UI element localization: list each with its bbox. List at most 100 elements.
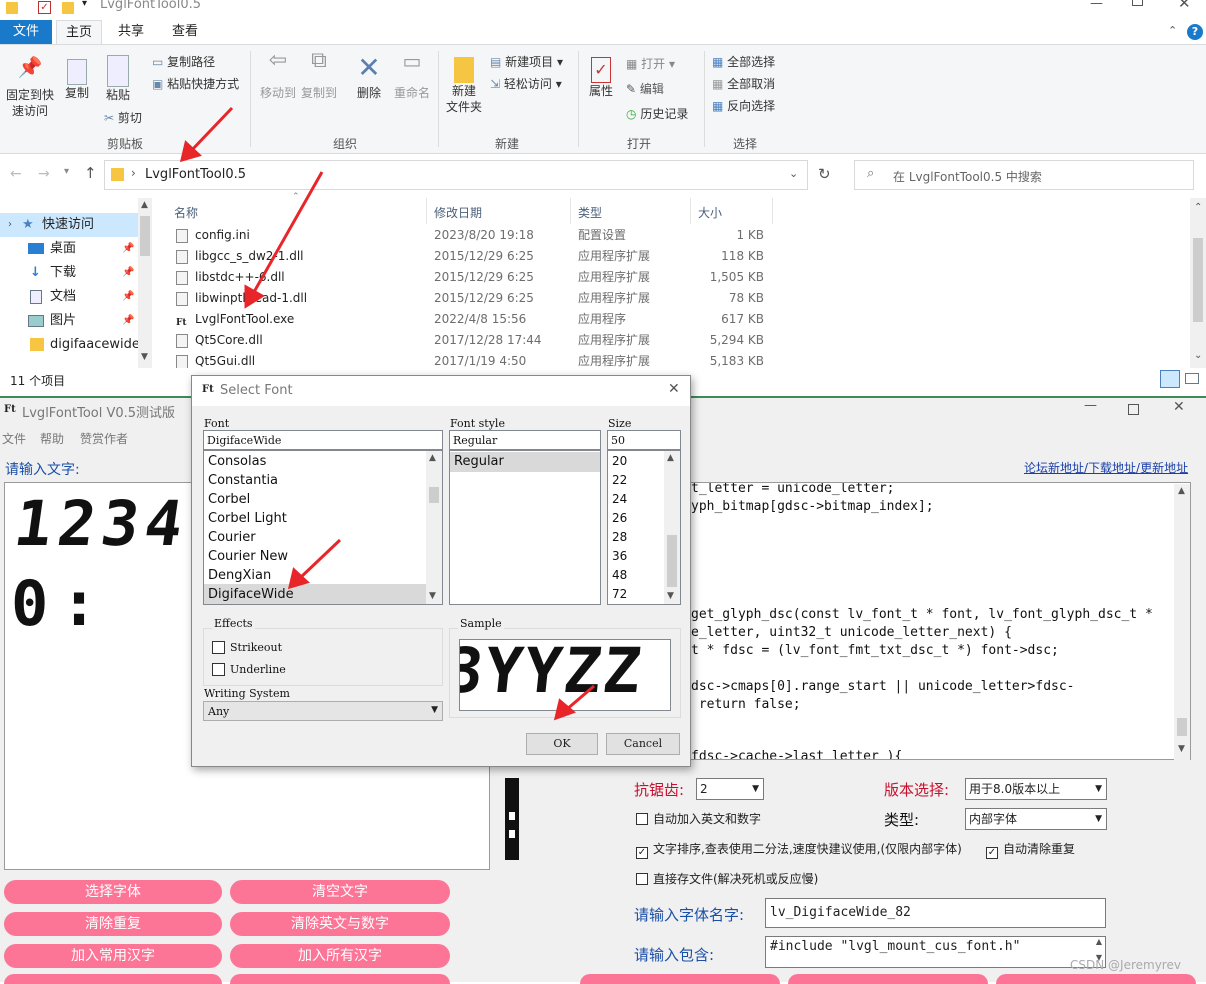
properties-button[interactable]: ✓ 属性 bbox=[584, 53, 618, 99]
recent-dropdown-icon[interactable]: ▾ bbox=[64, 166, 69, 177]
forward-icon[interactable]: → bbox=[38, 166, 50, 182]
font-list-item[interactable]: Courier bbox=[208, 530, 256, 545]
style-list-item[interactable]: Regular bbox=[454, 454, 504, 469]
writing-system-select[interactable]: Any ▼ bbox=[203, 701, 443, 721]
font-listbox[interactable]: Consolas Constantia Corbel Corbel Light … bbox=[203, 450, 443, 605]
auto-add-checkbox[interactable]: 自动加入英文和数字 bbox=[636, 812, 761, 826]
close-button[interactable]: ✕ bbox=[1178, 0, 1191, 12]
back-icon[interactable]: ← bbox=[10, 166, 22, 182]
select-font-button[interactable]: 选择字体 bbox=[4, 880, 222, 904]
file-list-scrollbar[interactable]: ⌃ ⌄ bbox=[1190, 198, 1206, 368]
column-header-name[interactable]: 名称 bbox=[174, 204, 198, 221]
checkbox-box[interactable] bbox=[636, 873, 648, 885]
copy-path-button[interactable]: ▭ 复制路径 bbox=[152, 53, 215, 71]
size-list-item[interactable]: 22 bbox=[612, 473, 627, 487]
font-name-field[interactable]: DigifaceWide bbox=[203, 430, 443, 450]
sort-checkbox[interactable]: ✓ 文字排序,查表使用二分法,速度快建议使用,(仅限内部字体) bbox=[636, 842, 962, 859]
refresh-icon[interactable]: ↻ bbox=[818, 165, 831, 183]
nav-item-quick-access[interactable]: › ★ 快速访问 bbox=[0, 213, 140, 237]
font-list-item-selected[interactable]: DigifaceWide bbox=[208, 587, 294, 602]
nav-item-pictures[interactable]: 图片 📌 bbox=[0, 309, 140, 333]
move-to-button[interactable]: ⇦ 移动到 bbox=[258, 50, 298, 101]
font-style-field[interactable]: Regular bbox=[449, 430, 601, 450]
tool-close-button[interactable]: ✕ bbox=[1173, 399, 1185, 415]
checkmark-icon[interactable]: ✓ bbox=[38, 1, 51, 14]
font-list-scrollbar[interactable]: ▲ ▼ bbox=[426, 451, 442, 604]
delete-button[interactable]: ✕ 删除 bbox=[352, 53, 386, 101]
menu-help[interactable]: 帮助 bbox=[40, 430, 64, 447]
rename-button[interactable]: ▭ 重命名 bbox=[390, 51, 434, 101]
tab-file[interactable]: 文件 bbox=[0, 20, 52, 44]
antialias-select[interactable]: 2 ▼ bbox=[696, 778, 764, 800]
partial-button[interactable] bbox=[4, 974, 222, 984]
cut-button[interactable]: ✂ 剪切 bbox=[104, 109, 142, 127]
scroll-thumb[interactable] bbox=[667, 535, 677, 587]
direct-save-checkbox[interactable]: 直接存文件(解决死机或反应慢) bbox=[636, 872, 818, 886]
details-view-icon[interactable] bbox=[1160, 370, 1180, 388]
tool-minimize-button[interactable]: — bbox=[1084, 398, 1097, 413]
size-list-item[interactable]: 24 bbox=[612, 492, 627, 506]
address-bar[interactable]: › LvglFontTool0.5 ⌄ bbox=[104, 160, 808, 190]
maximize-button[interactable] bbox=[1132, 0, 1143, 6]
nav-item-documents[interactable]: 文档 📌 bbox=[0, 285, 140, 309]
size-list-scrollbar[interactable]: ▲ ▼ bbox=[664, 451, 680, 604]
expand-chevron-icon[interactable]: › bbox=[8, 213, 12, 237]
column-header-size[interactable]: 大小 bbox=[698, 204, 722, 221]
size-list-item[interactable]: 28 bbox=[612, 530, 627, 544]
type-select[interactable]: 内部字体 ▼ bbox=[965, 808, 1107, 830]
scroll-thumb[interactable] bbox=[1193, 238, 1203, 322]
checkbox-box[interactable]: ✓ bbox=[986, 847, 998, 859]
customize-dropdown-icon[interactable]: ▾ bbox=[82, 0, 87, 9]
font-name-input[interactable]: lv_DigifaceWide_82 bbox=[765, 898, 1106, 928]
scroll-thumb[interactable] bbox=[1177, 718, 1187, 736]
file-row[interactable]: libgcc_s_dw2-1.dll 2015/12/29 6:25 应用程序扩… bbox=[152, 246, 1192, 267]
forum-links[interactable]: 论坛新地址/下载地址/更新地址 bbox=[1024, 459, 1188, 476]
cancel-button[interactable]: Cancel bbox=[606, 733, 680, 755]
file-row[interactable]: Ft LvglFontTool.exe 2022/4/8 15:56 应用程序 … bbox=[152, 309, 1192, 330]
scroll-down-icon[interactable]: ⌄ bbox=[1194, 350, 1202, 361]
history-button[interactable]: ◷ 历史记录 bbox=[626, 105, 688, 123]
font-list-item[interactable]: Courier New bbox=[208, 549, 288, 564]
scroll-up-icon[interactable]: ▲ bbox=[667, 453, 674, 463]
help-icon[interactable]: ? bbox=[1187, 24, 1203, 40]
size-list-item[interactable]: 26 bbox=[612, 511, 627, 525]
checkbox-box[interactable] bbox=[636, 813, 648, 825]
search-input[interactable]: ⌕ 在 LvglFontTool0.5 中搜索 bbox=[854, 160, 1194, 190]
new-folder-icon[interactable] bbox=[62, 2, 74, 14]
checkbox-box[interactable] bbox=[212, 641, 225, 654]
scroll-thumb[interactable] bbox=[429, 487, 439, 503]
size-listbox[interactable]: 20 22 24 26 28 36 48 72 ▲ ▼ bbox=[607, 450, 681, 605]
up-icon[interactable]: ↑ bbox=[84, 164, 97, 182]
new-item-button[interactable]: ▤ 新建项目 ▾ bbox=[490, 53, 563, 71]
copy-to-button[interactable]: ⧉ 复制到 bbox=[298, 50, 340, 101]
breadcrumb[interactable]: LvglFontTool0.5 bbox=[145, 167, 246, 182]
nav-scrollbar[interactable]: ▲ ▼ bbox=[138, 198, 152, 368]
size-field[interactable]: 50 bbox=[607, 430, 681, 450]
code-scrollbar[interactable]: ▲ ▼ bbox=[1174, 484, 1190, 760]
add-all-hanzi-button[interactable]: 加入所有汉字 bbox=[230, 944, 450, 968]
scroll-down-icon[interactable]: ▼ bbox=[667, 591, 674, 601]
file-row[interactable]: Qt5Core.dll 2017/12/28 17:44 应用程序扩展 5,29… bbox=[152, 330, 1192, 351]
scroll-up-icon[interactable]: ▲ bbox=[141, 200, 148, 210]
invert-selection-button[interactable]: ▦ 反向选择 bbox=[712, 97, 775, 115]
file-row[interactable]: libwinpthread-1.dll 2015/12/29 6:25 应用程序… bbox=[152, 288, 1192, 309]
auto-clear-checkbox[interactable]: ✓ 自动清除重复 bbox=[986, 842, 1075, 859]
open-button[interactable]: ▦ 打开 ▾ bbox=[626, 55, 675, 73]
minimize-button[interactable]: — bbox=[1090, 0, 1103, 11]
checkbox-box[interactable] bbox=[212, 663, 225, 676]
code-output-area[interactable]: t_letter = unicode_letter; yph_bitmap[gd… bbox=[688, 482, 1191, 760]
font-list-item[interactable]: Corbel Light bbox=[208, 511, 287, 526]
dialog-close-button[interactable]: ✕ bbox=[668, 381, 680, 397]
collapse-ribbon-icon[interactable]: ⌃ bbox=[1168, 24, 1177, 37]
paste-button[interactable]: 粘贴 bbox=[100, 53, 136, 103]
copy-button[interactable]: 复制 bbox=[60, 57, 94, 101]
clear-text-button[interactable]: 清空文字 bbox=[230, 880, 450, 904]
tab-home[interactable]: 主页 bbox=[56, 20, 102, 44]
large-icons-view-icon[interactable] bbox=[1185, 373, 1199, 384]
address-dropdown-icon[interactable]: ⌄ bbox=[789, 167, 798, 180]
size-list-item[interactable]: 36 bbox=[612, 549, 627, 563]
file-row[interactable]: libstdc++-6.dll 2015/12/29 6:25 应用程序扩展 1… bbox=[152, 267, 1192, 288]
nav-item-digifaacewide[interactable]: digifaacewide bbox=[0, 333, 140, 357]
clear-english-digits-button[interactable]: 清除英文与数字 bbox=[230, 912, 450, 936]
ok-button[interactable]: OK bbox=[526, 733, 598, 755]
